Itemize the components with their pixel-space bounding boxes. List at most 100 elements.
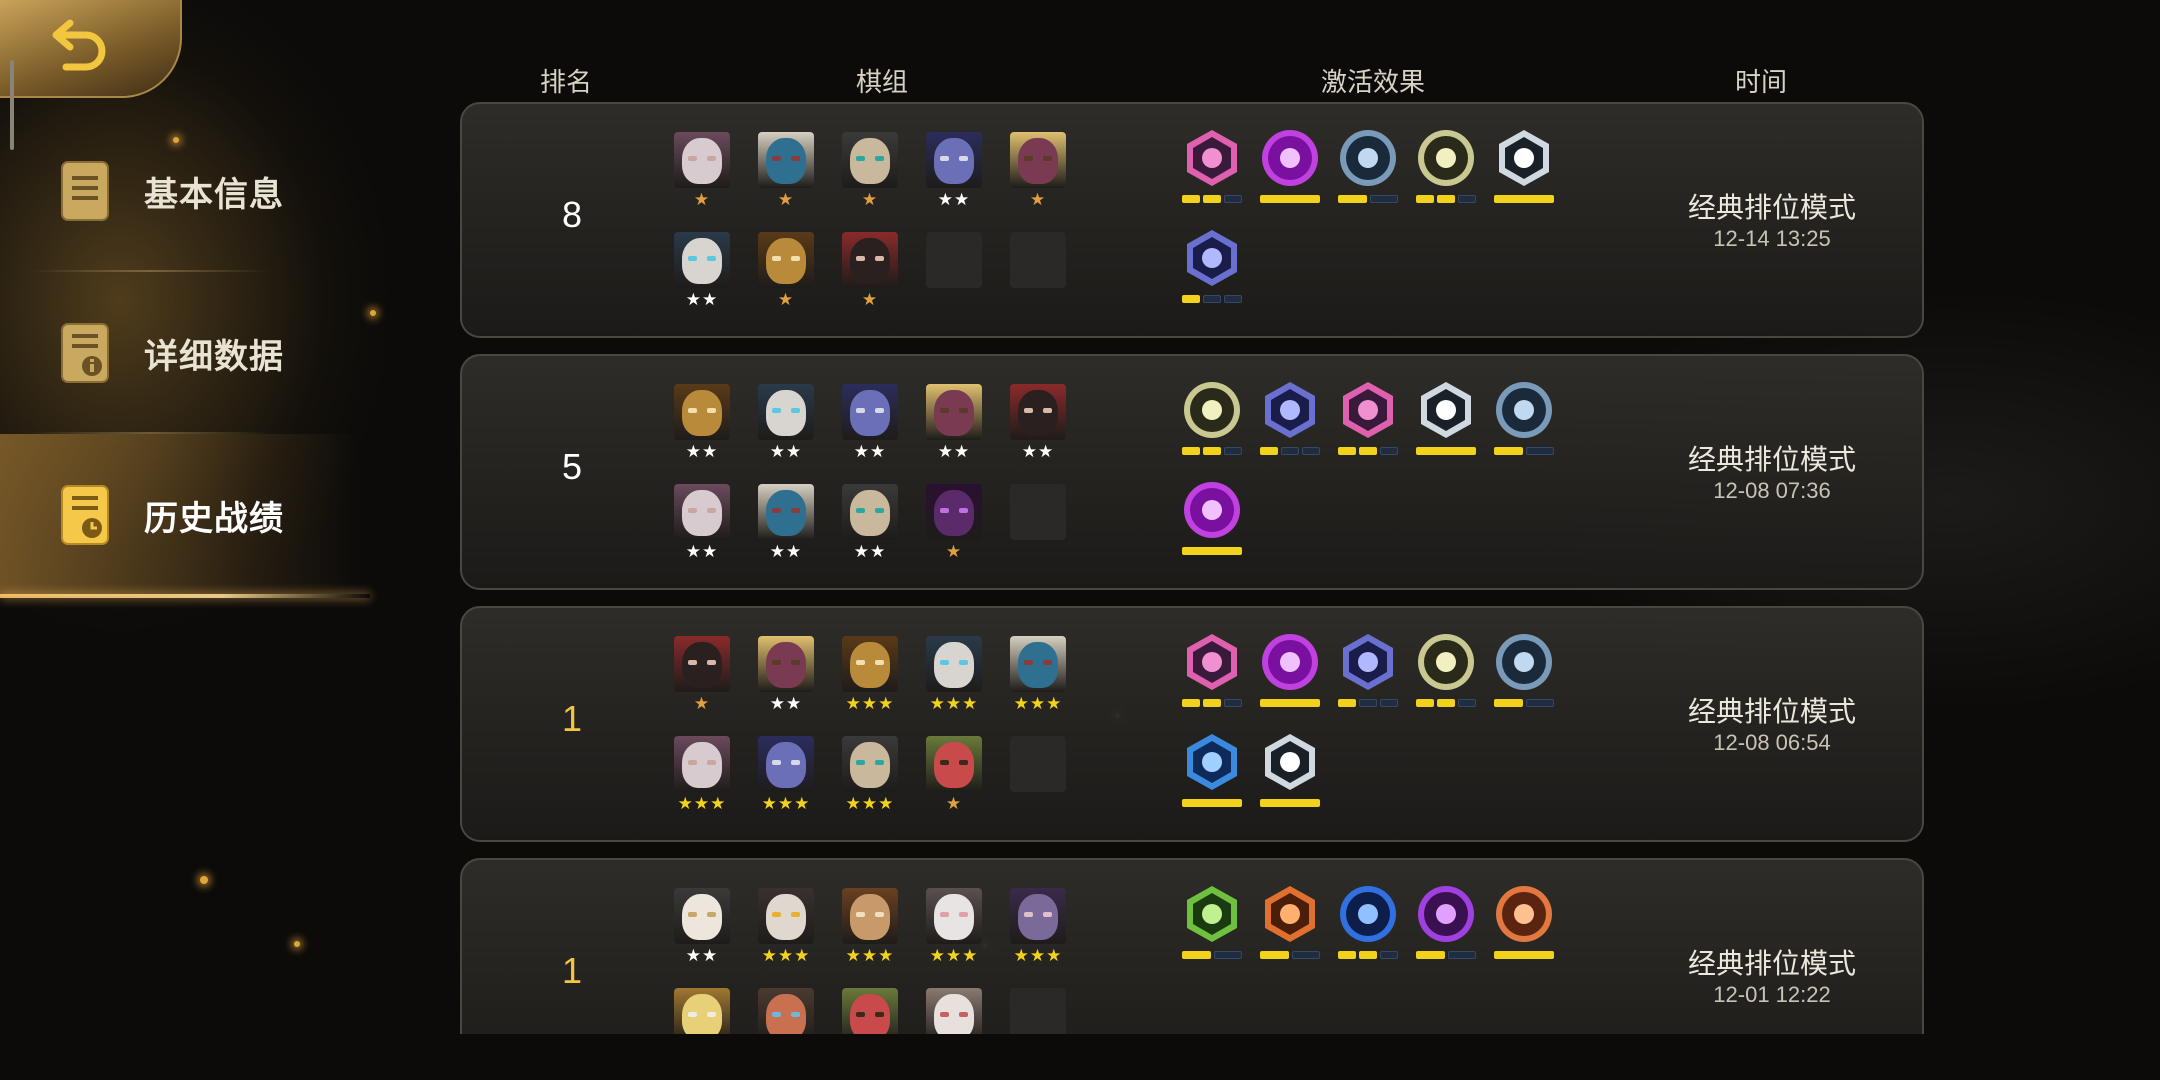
portrait-eye xyxy=(707,256,716,261)
unit-card[interactable]: ★★★ xyxy=(1010,636,1066,714)
unit-card[interactable]: ★★★ xyxy=(1010,888,1066,966)
trait-badge[interactable] xyxy=(1416,884,1476,970)
trait-badge[interactable] xyxy=(1494,128,1554,214)
trait-badge[interactable] xyxy=(1338,632,1398,718)
unit-card[interactable]: ★★ xyxy=(674,384,730,462)
white-hood-hero-icon xyxy=(674,132,730,188)
sidebar-item-detailed-data[interactable]: 详细数据 xyxy=(0,272,360,434)
portrait-eye xyxy=(707,1012,716,1017)
portrait-face xyxy=(850,390,890,436)
trait-badge[interactable] xyxy=(1182,228,1242,314)
trait-badge[interactable] xyxy=(1260,884,1320,970)
star-rating: ★ xyxy=(693,190,711,209)
trait-progress-segment xyxy=(1203,195,1221,203)
bald-cyborg-icon xyxy=(842,736,898,792)
portrait-face xyxy=(682,894,722,940)
sidebar-item-basic-info[interactable]: 基本信息 xyxy=(0,110,360,272)
unit-card[interactable]: ★★ xyxy=(758,484,814,562)
trait-emblem xyxy=(1280,904,1300,924)
unit-card[interactable]: ★★★ xyxy=(674,736,730,814)
unit-card[interactable]: ★★ xyxy=(674,888,730,966)
portrait-eye xyxy=(940,660,949,665)
star-rating: ★★ xyxy=(937,190,971,209)
empty-slot-icon xyxy=(926,232,982,288)
mech-icon xyxy=(1265,382,1315,438)
trait-badge[interactable] xyxy=(1260,380,1320,466)
trait-badge[interactable] xyxy=(1494,884,1554,970)
portrait-face xyxy=(850,894,890,940)
match-row[interactable]: 1 ★ ★★ ★★★ ★★★ ★★★ ★★★ ★★★ ★★★ ★ 经典排位模式 12-08 06:54 xyxy=(460,606,1924,842)
unit-card[interactable]: ★ xyxy=(842,132,898,210)
unit-card[interactable]: ★ xyxy=(842,232,898,310)
trait-badge[interactable] xyxy=(1416,632,1476,718)
trait-badge[interactable] xyxy=(1182,732,1242,818)
portrait-eye xyxy=(875,660,884,665)
trait-progress xyxy=(1494,699,1554,709)
empty-slot-icon xyxy=(1010,232,1066,288)
unit-card[interactable]: ★★★ xyxy=(758,888,814,966)
unit-card[interactable]: ★★ xyxy=(842,484,898,562)
trait-badge[interactable] xyxy=(1182,128,1242,214)
star-rating: ★ xyxy=(777,290,795,309)
unit-card[interactable]: ★ xyxy=(674,636,730,714)
empty-slot-icon xyxy=(1010,736,1066,792)
portrait-eye xyxy=(1024,156,1033,161)
unit-card[interactable]: ★ xyxy=(674,132,730,210)
portrait-eye xyxy=(875,256,884,261)
match-row[interactable]: 5 ★★ ★★ ★★ ★★ ★★ ★★ ★★ ★★ ★ 经典排位模式 12-08 07:36 xyxy=(460,354,1924,590)
trait-badge[interactable] xyxy=(1260,732,1320,818)
unit-card[interactable]: ★★★ xyxy=(842,736,898,814)
portrait-eye xyxy=(856,256,865,261)
unit-card[interactable]: ★★ xyxy=(674,484,730,562)
trait-badge[interactable] xyxy=(1182,480,1242,566)
trait-progress-segment xyxy=(1291,951,1320,959)
trait-badge[interactable] xyxy=(1416,128,1476,214)
back-button[interactable] xyxy=(0,0,182,98)
unit-card[interactable]: ★ xyxy=(926,484,982,562)
trait-badge[interactable] xyxy=(1338,884,1398,970)
unit-card[interactable]: ★★★ xyxy=(842,636,898,714)
unit-card[interactable]: ★★ xyxy=(1010,384,1066,462)
unit-card[interactable]: ★★ xyxy=(758,384,814,462)
unit-card[interactable]: ★★★ xyxy=(758,736,814,814)
trait-badge[interactable] xyxy=(1260,128,1320,214)
unit-card[interactable]: ★★★ xyxy=(842,888,898,966)
unit-card[interactable]: ★ xyxy=(926,736,982,814)
portrait-face xyxy=(934,742,974,788)
portrait-eye xyxy=(940,508,949,513)
portrait-eye xyxy=(856,156,865,161)
trait-emblem xyxy=(1514,400,1534,420)
unit-card[interactable]: ★★ xyxy=(674,232,730,310)
trait-progress-segment xyxy=(1224,699,1242,707)
unit-card[interactable]: ★★ xyxy=(758,636,814,714)
unit-card[interactable]: ★ xyxy=(1010,132,1066,210)
game-mode: 经典排位模式 xyxy=(1687,444,1856,475)
match-row[interactable]: 8 ★ ★ ★ ★★ ★ ★★ ★ ★ 经典排位模式 12-14 13:25 xyxy=(460,102,1924,338)
sidebar-item-match-history[interactable]: 历史战绩 xyxy=(0,434,370,598)
portrait-face xyxy=(1018,390,1058,436)
unit-card[interactable]: ★ xyxy=(758,132,814,210)
mech-icon xyxy=(1343,634,1393,690)
unit-card[interactable]: ★★ xyxy=(842,384,898,462)
trait-badge[interactable] xyxy=(1416,380,1476,466)
trait-badge[interactable] xyxy=(1494,380,1554,466)
unit-card[interactable]: ★★★ xyxy=(926,888,982,966)
trait-badge[interactable] xyxy=(1182,632,1242,718)
unit-card[interactable]: ★★ xyxy=(926,384,982,462)
trait-badge[interactable] xyxy=(1182,884,1242,970)
unit-card[interactable]: ★★★ xyxy=(926,636,982,714)
trait-badge[interactable] xyxy=(1182,380,1242,466)
trait-badge[interactable] xyxy=(1494,632,1554,718)
trait-badge[interactable] xyxy=(1338,128,1398,214)
portrait-face xyxy=(850,490,890,536)
unit-card[interactable]: ★★ xyxy=(926,132,982,210)
trait-badge[interactable] xyxy=(1338,380,1398,466)
paw-icon xyxy=(1340,130,1396,186)
unit-card[interactable]: ★ xyxy=(758,232,814,310)
trait-progress-segment xyxy=(1302,447,1320,455)
purple-assassin-icon xyxy=(926,484,982,540)
trait-badge[interactable] xyxy=(1260,632,1320,718)
empty-unit-slot xyxy=(1010,232,1066,310)
portrait-eye xyxy=(707,508,716,513)
trait-progress-segment xyxy=(1182,547,1242,555)
